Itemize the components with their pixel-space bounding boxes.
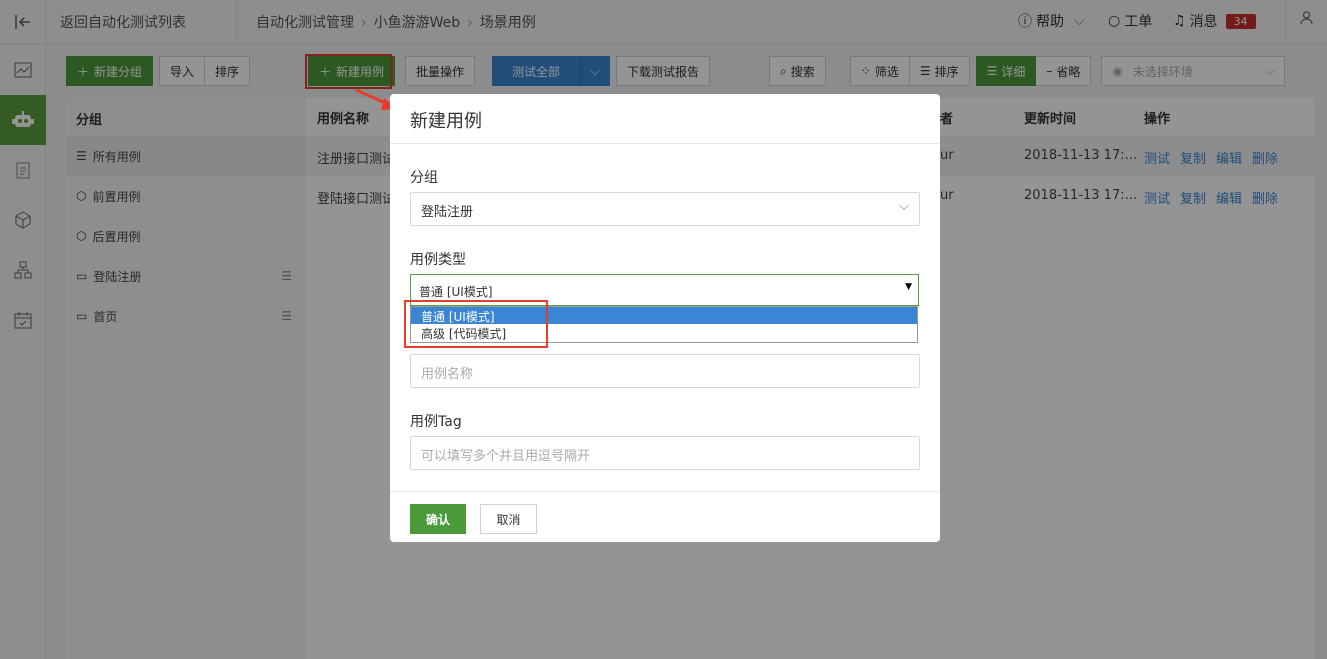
cancel-label: 取消 [496, 512, 521, 527]
group-select-value: 登陆注册 [421, 205, 474, 220]
case-tag-input[interactable]: 可以填写多个并且用逗号隔开 [410, 436, 920, 470]
case-name-placeholder: 用例名称 [421, 367, 474, 382]
confirm-button[interactable]: 确认 [410, 504, 466, 534]
case-tag-placeholder: 可以填写多个并且用逗号隔开 [421, 449, 591, 464]
cancel-button[interactable]: 取消 [480, 504, 537, 534]
highlight-box [404, 300, 548, 348]
case-type-label: 用例类型 [410, 252, 466, 268]
chevron-down-icon: ⌵ [899, 199, 909, 214]
group-select[interactable]: 登陆注册 ⌵ [410, 192, 920, 226]
modal-title: 新建用例 [390, 94, 940, 144]
group-field-label: 分组 [410, 170, 438, 186]
case-tag-label: 用例Tag [410, 414, 462, 430]
case-type-value: 普通 [UI模式] [419, 285, 493, 299]
caret-down-icon: ▼ [905, 282, 912, 292]
case-name-input[interactable]: 用例名称 [410, 354, 920, 388]
modal-footer: 确认 取消 [390, 491, 940, 542]
confirm-label: 确认 [425, 512, 450, 527]
